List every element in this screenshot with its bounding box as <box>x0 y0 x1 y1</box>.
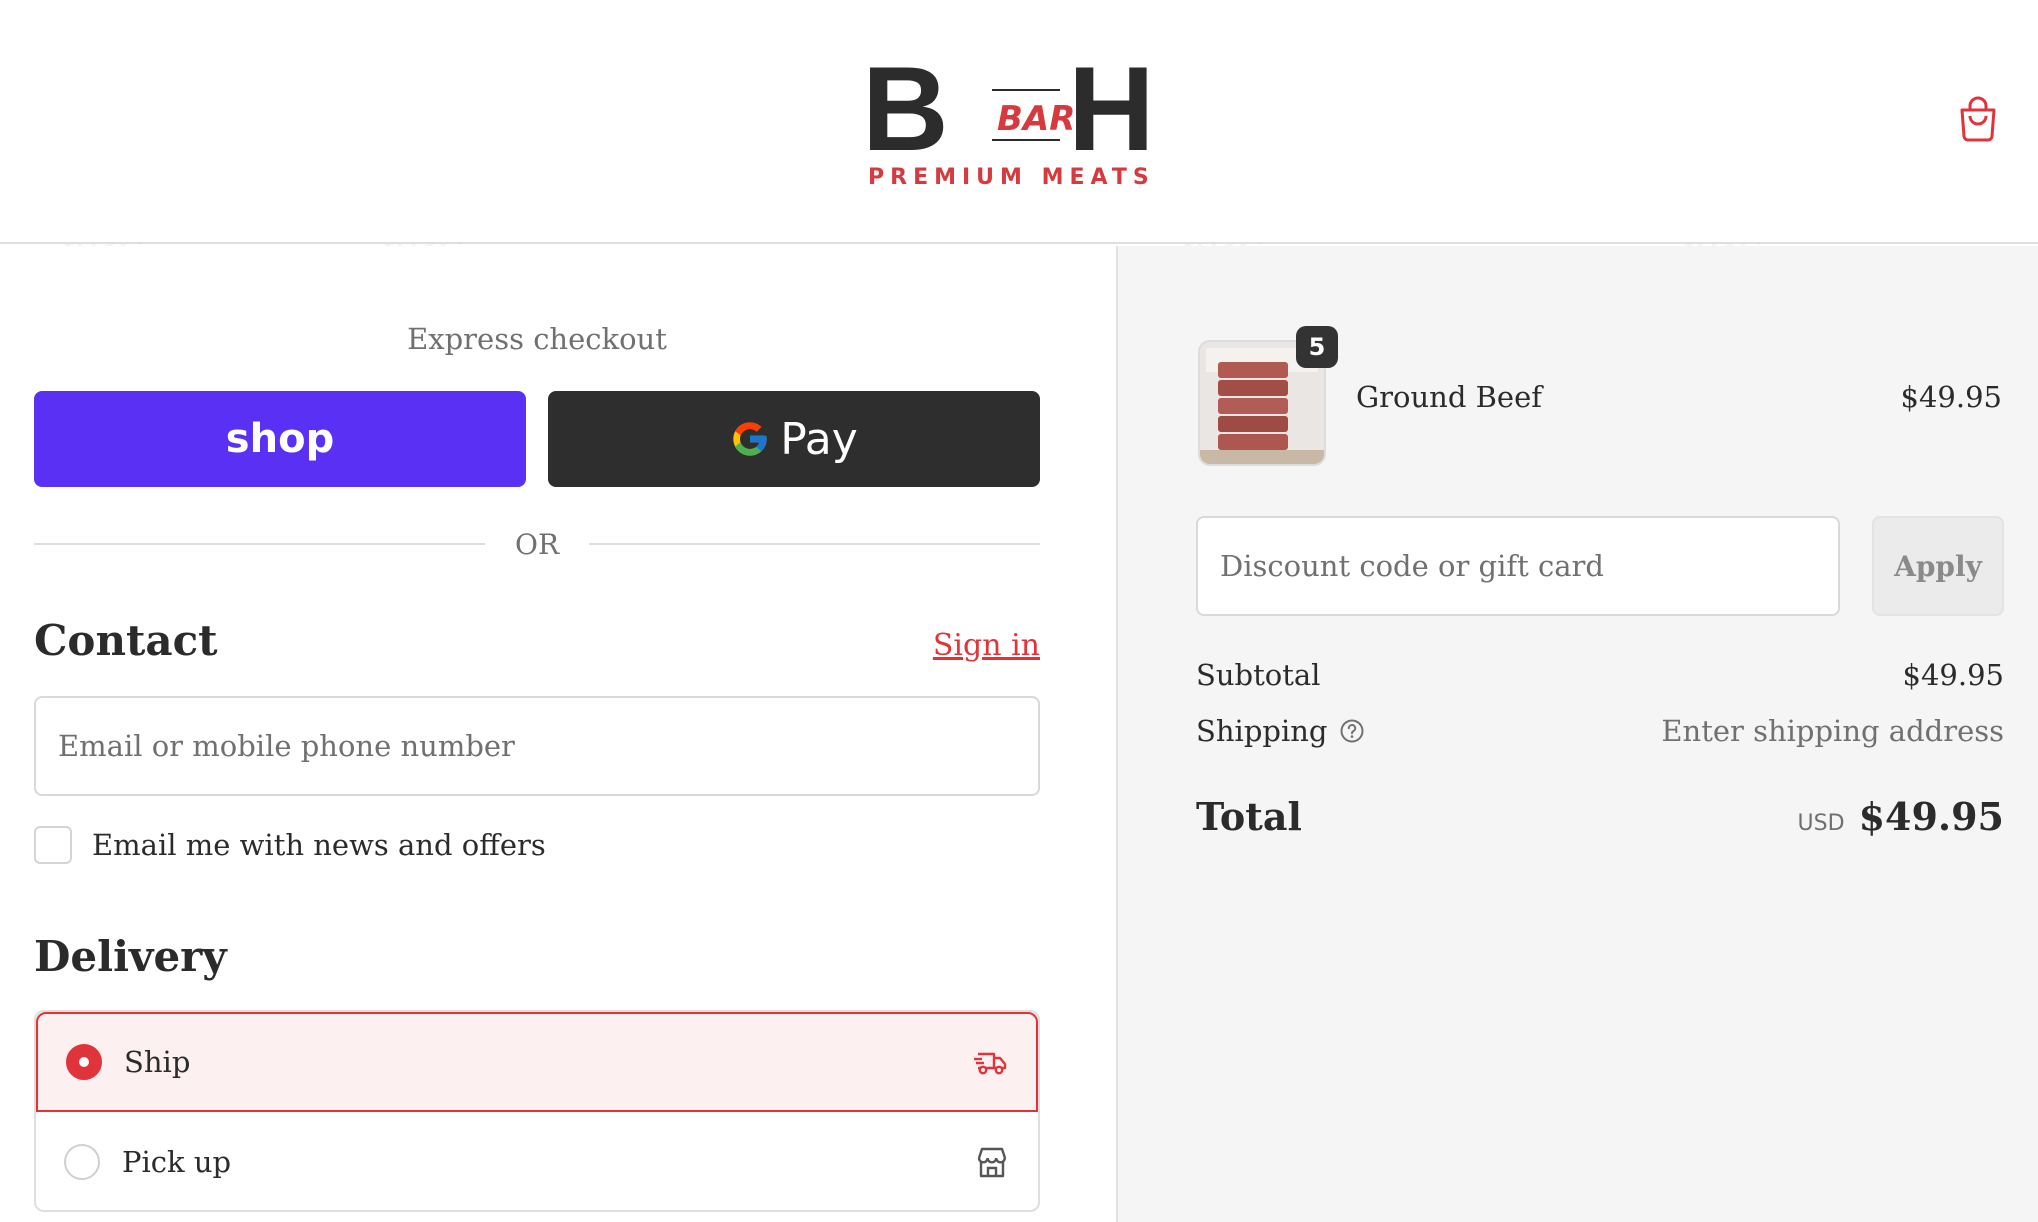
sign-in-link[interactable]: Sign in <box>933 628 1040 663</box>
store-icon <box>977 1147 1007 1178</box>
logo-bar-mark: BAR <box>997 99 1075 139</box>
or-divider: OR <box>34 524 1041 564</box>
checkout-form: Express checkout shop Pay OR Contact Sig… <box>0 246 1116 1222</box>
or-label: OR <box>514 527 560 561</box>
total-row: Total USD $49.95 <box>1196 794 2004 839</box>
order-summary: 5 Ground Beef $49.95 Apply Subtotal $49.… <box>1116 246 2038 1222</box>
currency-code: USD <box>1797 811 1845 836</box>
newsletter-checkbox[interactable] <box>34 826 72 864</box>
newsletter-option: Email me with news and offers <box>34 826 546 864</box>
subtotal-value: $49.95 <box>1902 658 2004 692</box>
pickup-label: Pick up <box>122 1145 232 1179</box>
email-field-wrapper <box>34 696 1040 796</box>
pickup-radio[interactable] <box>64 1144 100 1180</box>
site-header: B H BAR PREMIUM MEATS <box>0 0 2038 244</box>
newsletter-label: Email me with news and offers <box>92 828 546 862</box>
delivery-truck-icon <box>974 1052 1007 1075</box>
product-price: $49.95 <box>1900 380 2002 414</box>
total-value: $49.95 <box>1858 794 2004 839</box>
logo-letter-h: H <box>1068 52 1155 176</box>
delivery-options: Ship Pick up <box>34 1010 1040 1212</box>
apply-button[interactable]: Apply <box>1872 516 2004 616</box>
discount-field-wrapper <box>1196 516 1840 616</box>
product-name: Ground Beef <box>1356 380 1542 414</box>
shipping-row: Shipping Enter shipping address <box>1196 714 2004 748</box>
quantity-badge: 5 <box>1296 326 1338 368</box>
subtotal-label: Subtotal <box>1196 658 1321 692</box>
shopping-bag-icon[interactable] <box>1958 96 1998 142</box>
delivery-option-ship[interactable]: Ship <box>36 1012 1038 1112</box>
brand-logo[interactable]: B H BAR PREMIUM MEATS <box>860 42 1180 202</box>
shop-pay-label: shop <box>225 416 335 462</box>
logo-letter-b: B <box>862 52 949 176</box>
google-pay-label: Pay <box>780 413 858 465</box>
delivery-option-pickup[interactable]: Pick up <box>36 1112 1038 1210</box>
contact-heading: Contact <box>34 616 218 665</box>
shipping-value: Enter shipping address <box>1661 714 2004 748</box>
logo-tagline: PREMIUM MEATS <box>868 165 1155 190</box>
help-icon[interactable] <box>1339 718 1365 744</box>
shipping-label: Shipping <box>1196 714 1328 748</box>
google-g-icon <box>733 422 767 456</box>
express-checkout-label: Express checkout <box>407 322 667 356</box>
discount-code-input[interactable] <box>1198 518 1838 614</box>
google-pay-button[interactable]: Pay <box>548 391 1040 487</box>
shop-pay-button[interactable]: shop <box>34 391 526 487</box>
email-field[interactable] <box>36 698 1038 794</box>
ship-radio[interactable] <box>66 1044 102 1080</box>
subtotal-row: Subtotal $49.95 <box>1196 658 2004 692</box>
logo-graphic: B H BAR PREMIUM MEATS <box>862 42 1155 190</box>
delivery-heading: Delivery <box>34 932 227 981</box>
ship-label: Ship <box>124 1045 191 1079</box>
total-label: Total <box>1196 794 1302 839</box>
